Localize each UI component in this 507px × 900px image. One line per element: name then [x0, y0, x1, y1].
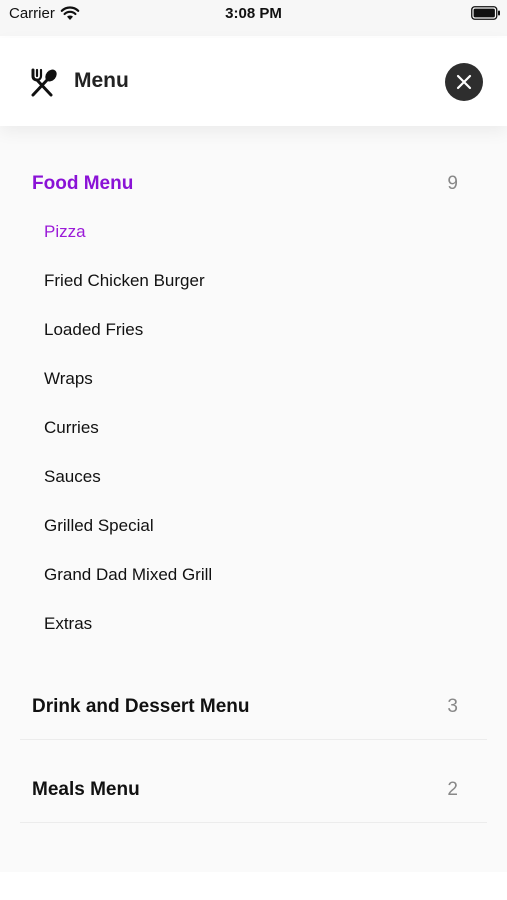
section-food-menu[interactable]: Food Menu 9 — [0, 164, 507, 204]
close-icon — [456, 74, 472, 90]
menu-item-pizza[interactable]: Pizza — [44, 222, 464, 250]
menu-item-curries[interactable]: Curries — [44, 418, 464, 446]
menu-item-wraps[interactable]: Wraps — [44, 369, 464, 397]
battery-icon — [471, 6, 500, 20]
menu-item-sauces[interactable]: Sauces — [44, 467, 464, 495]
page-title: Menu — [74, 69, 129, 92]
divider — [20, 739, 487, 740]
section-meals-menu[interactable]: Meals Menu 2 — [0, 770, 507, 810]
divider — [20, 822, 487, 823]
status-time: 3:08 PM — [225, 5, 282, 22]
cutlery-icon — [31, 68, 57, 97]
status-bar: Carrier 3:08 PM — [0, 0, 507, 36]
menu-item-loaded-fries[interactable]: Loaded Fries — [44, 320, 464, 348]
section-title: Drink and Dessert Menu — [32, 696, 250, 717]
section-title: Food Menu — [32, 173, 134, 194]
menu-header: Menu — [0, 38, 507, 126]
menu-item-grilled-special[interactable]: Grilled Special — [44, 516, 464, 544]
menu-item-fried-chicken-burger[interactable]: Fried Chicken Burger — [44, 271, 464, 299]
menu-item-extras[interactable]: Extras — [44, 614, 464, 642]
menu-item-grand-dad-mixed-grill[interactable]: Grand Dad Mixed Grill — [44, 565, 464, 593]
section-title: Meals Menu — [32, 779, 140, 800]
close-button[interactable] — [445, 63, 483, 101]
menu-list: Food Menu 9 Pizza Fried Chicken Burger L… — [0, 126, 507, 872]
section-count: 9 — [447, 173, 458, 194]
section-drink-and-dessert-menu[interactable]: Drink and Dessert Menu 3 — [0, 687, 507, 727]
section-count: 2 — [447, 779, 458, 800]
section-count: 3 — [447, 696, 458, 717]
